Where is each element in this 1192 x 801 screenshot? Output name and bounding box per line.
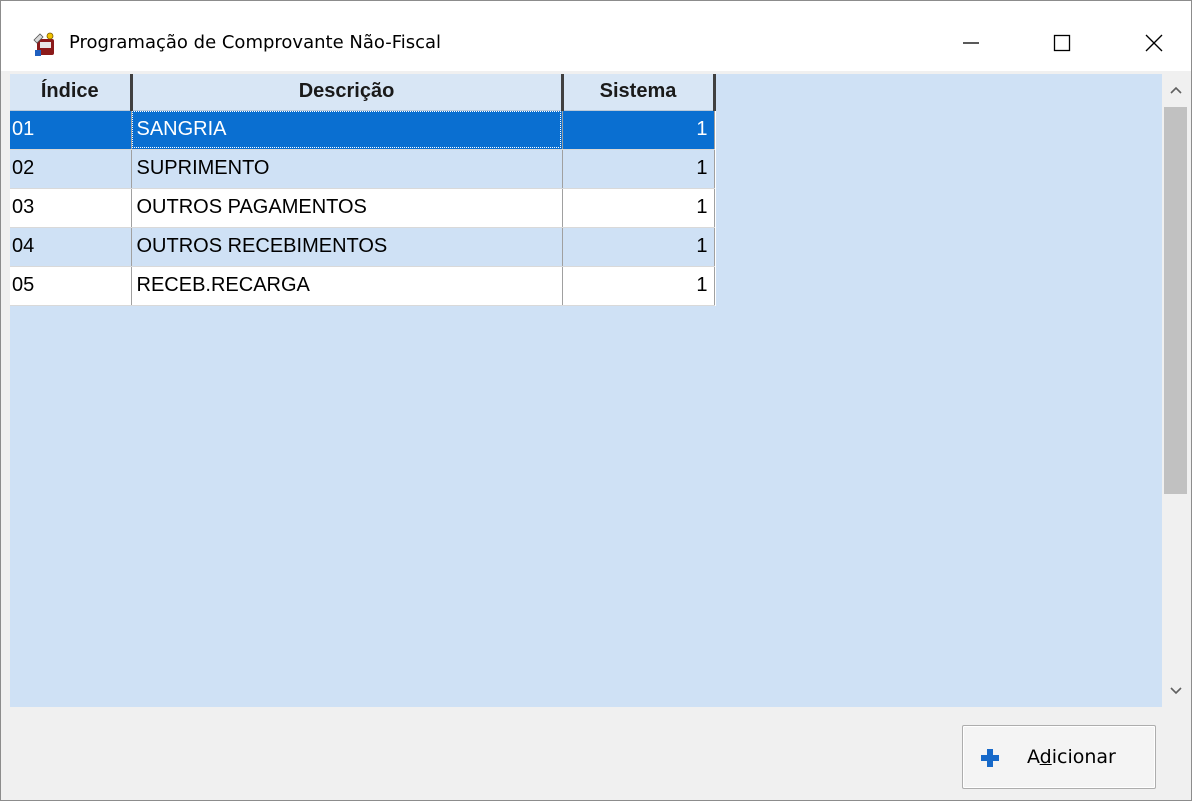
scroll-up-button[interactable] [1162, 74, 1189, 106]
close-icon [1145, 34, 1163, 52]
add-button-label: Adicionar [1027, 746, 1116, 768]
cell-sistema[interactable]: 1 [562, 149, 715, 189]
app-icon [33, 32, 54, 56]
cell-indice[interactable]: 04 [10, 227, 132, 267]
cell-descricao[interactable]: OUTROS PAGAMENTOS [131, 188, 563, 228]
column-header-sistema[interactable]: Sistema [562, 74, 716, 111]
table-row[interactable]: 03 OUTROS PAGAMENTOS 1 [10, 188, 715, 228]
cell-descricao[interactable]: SANGRIA [131, 110, 563, 150]
table-row[interactable]: 02 SUPRIMENTO 1 [10, 149, 715, 189]
cell-sistema[interactable]: 1 [562, 188, 715, 228]
cell-sistema[interactable]: 1 [562, 110, 715, 150]
plus-icon [981, 749, 999, 767]
scroll-down-button[interactable] [1162, 675, 1189, 707]
table-row[interactable]: 05 RECEB.RECARGA 1 [10, 266, 715, 306]
cell-indice[interactable]: 05 [10, 266, 132, 306]
add-button[interactable]: Adicionar [962, 725, 1156, 789]
window: Programação de Comprovante Não-Fiscal Ín… [0, 0, 1192, 801]
add-button-text: Adicionar [1027, 746, 1116, 768]
table-row[interactable]: 04 OUTROS RECEBIMENTOS 1 [10, 227, 715, 267]
cell-sistema[interactable]: 1 [562, 227, 715, 267]
minimize-icon [963, 42, 979, 44]
cell-descricao[interactable]: SUPRIMENTO [131, 149, 563, 189]
column-header-descricao[interactable]: Descrição [131, 74, 564, 111]
data-grid: Índice Descrição Sistema 01 SANGRIA 1 02… [10, 74, 716, 306]
scrollbar-thumb[interactable] [1164, 107, 1187, 494]
cell-descricao[interactable]: OUTROS RECEBIMENTOS [131, 227, 563, 267]
minimize-button[interactable] [944, 19, 998, 67]
chevron-down-icon [1169, 687, 1182, 695]
cell-indice[interactable]: 02 [10, 149, 132, 189]
chevron-up-icon [1169, 86, 1182, 94]
maximize-button[interactable] [1035, 19, 1089, 67]
window-title: Programação de Comprovante Não-Fiscal [69, 32, 442, 53]
cell-sistema[interactable]: 1 [562, 266, 715, 306]
close-button[interactable] [1127, 19, 1181, 67]
column-header-indice[interactable]: Índice [10, 74, 133, 111]
maximize-icon [1053, 34, 1071, 52]
grid-area[interactable]: Índice Descrição Sistema 01 SANGRIA 1 02… [10, 74, 1162, 707]
cell-descricao[interactable]: RECEB.RECARGA [131, 266, 563, 306]
table-row[interactable]: 01 SANGRIA 1 [10, 110, 715, 150]
cell-indice[interactable]: 01 [10, 110, 132, 150]
title-bar[interactable]: Programação de Comprovante Não-Fiscal [1, 1, 1191, 71]
grid-header: Índice Descrição Sistema [10, 74, 716, 111]
vertical-scrollbar[interactable] [1162, 74, 1189, 707]
cell-indice[interactable]: 03 [10, 188, 132, 228]
